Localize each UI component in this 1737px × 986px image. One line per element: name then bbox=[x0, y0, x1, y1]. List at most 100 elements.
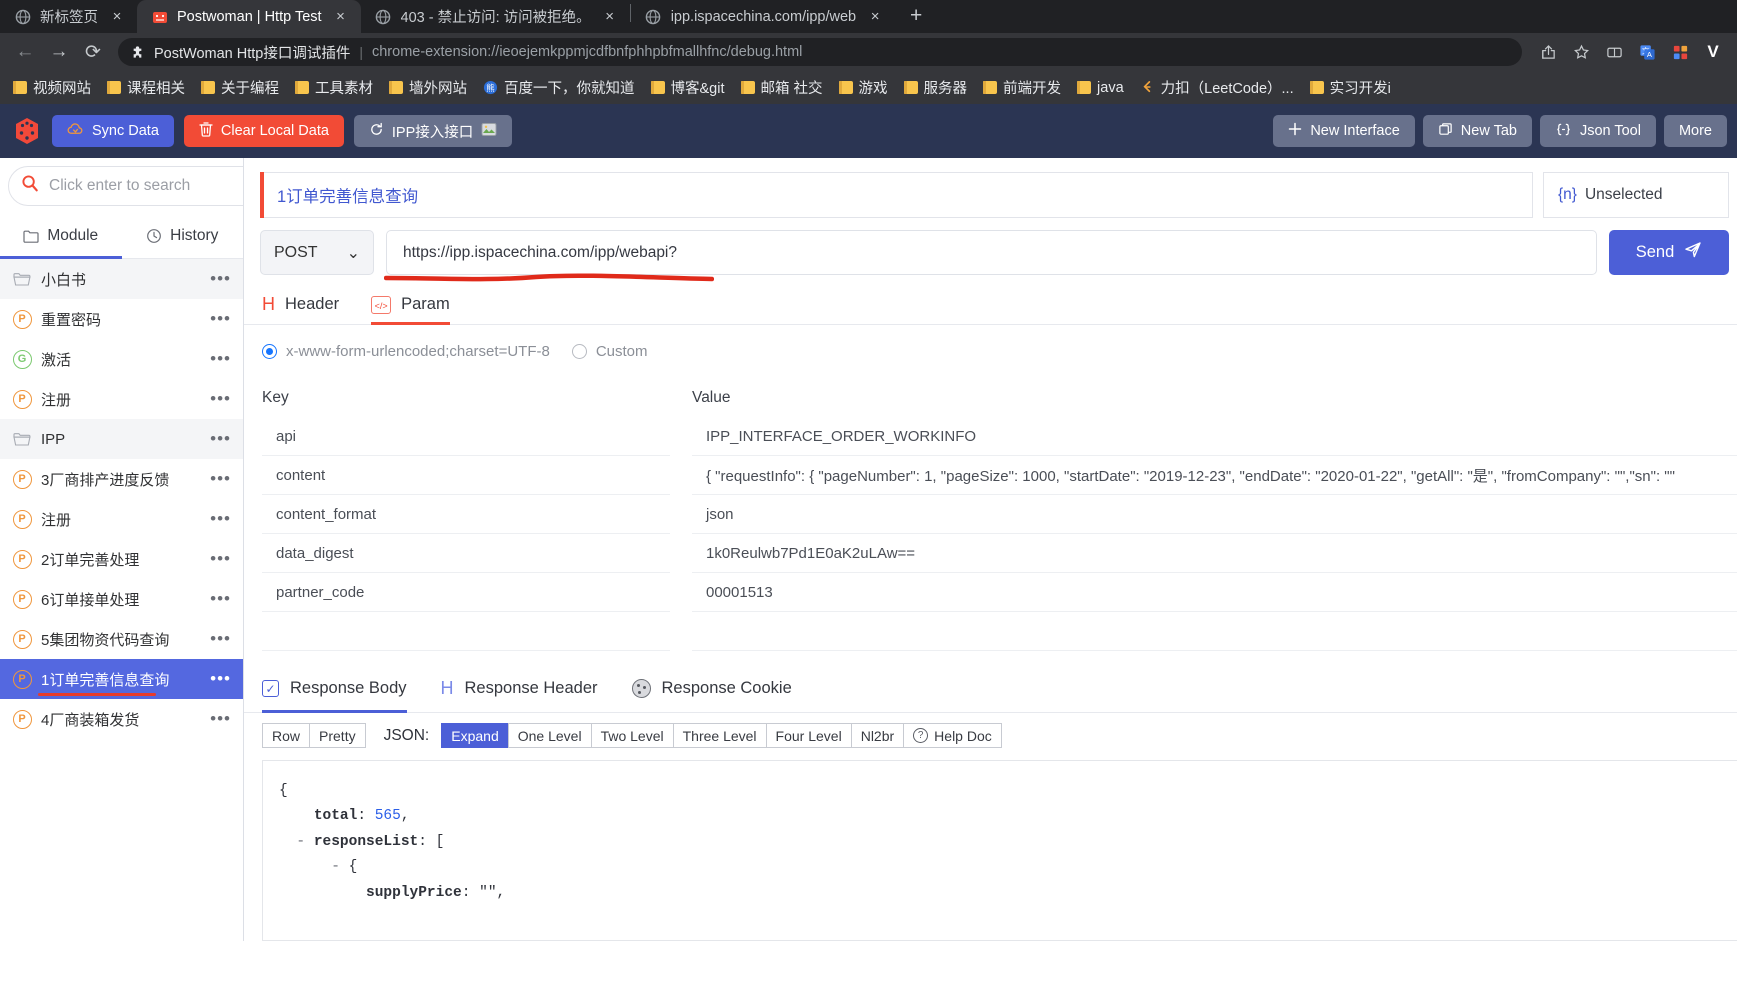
tree-item-menu-icon[interactable]: ••• bbox=[210, 629, 235, 649]
sidebar-tab-module[interactable]: Module bbox=[0, 213, 122, 259]
address-bar[interactable]: PostWoman Http接口调试插件 | chrome-extension:… bbox=[118, 38, 1522, 66]
json-level-three-button[interactable]: Three Level bbox=[672, 723, 767, 748]
param-row[interactable]: data_digest 1k0Reulwb7Pd1E0aK2uLAw== bbox=[262, 534, 1737, 573]
tree-item-vendor-packing-shipment[interactable]: P 4厂商装箱发货 ••• bbox=[0, 699, 243, 739]
reading-list-icon[interactable] bbox=[1600, 38, 1628, 66]
param-row[interactable]: content_format json bbox=[262, 495, 1737, 534]
response-body-viewer[interactable]: { total: 565, - responseList: [ - { supp… bbox=[262, 760, 1737, 941]
browser-tab-0[interactable]: 新标签页 × bbox=[0, 0, 137, 33]
param-key[interactable]: data_digest bbox=[262, 534, 670, 573]
browser-tab-2[interactable]: 403 - 禁止访问: 访问被拒绝。 × bbox=[361, 0, 630, 33]
new-tab-button[interactable]: New Tab bbox=[1422, 115, 1532, 147]
forward-icon[interactable]: → bbox=[44, 37, 74, 67]
param-key[interactable]: content_format bbox=[262, 495, 670, 534]
tree-item-vendor-schedule-feedback[interactable]: P 3厂商排产进度反馈 ••• bbox=[0, 459, 243, 499]
param-key[interactable] bbox=[262, 612, 670, 651]
param-key[interactable]: content bbox=[262, 456, 670, 495]
tree-item-activate[interactable]: G 激活 ••• bbox=[0, 339, 243, 379]
share-icon[interactable] bbox=[1534, 38, 1562, 66]
param-key[interactable]: partner_code bbox=[262, 573, 670, 612]
param-key[interactable]: api bbox=[262, 417, 670, 456]
param-value[interactable]: IPP_INTERFACE_ORDER_WORKINFO bbox=[692, 417, 1737, 456]
tree-item-menu-icon[interactable]: ••• bbox=[210, 309, 235, 329]
environment-selector[interactable]: {n} Unselected bbox=[1543, 172, 1729, 218]
more-button[interactable]: More bbox=[1663, 115, 1727, 147]
tree-item-order-accept-process[interactable]: P 6订单接单处理 ••• bbox=[0, 579, 243, 619]
clear-local-data-button[interactable]: Clear Local Data bbox=[183, 115, 344, 147]
param-row[interactable]: content { "requestInfo": { "pageNumber":… bbox=[262, 456, 1737, 495]
bookmark-item[interactable]: 实习开发i bbox=[1303, 74, 1398, 101]
tree-item-group-material-code-query[interactable]: P 5集团物资代码查询 ••• bbox=[0, 619, 243, 659]
ipp-interface-button[interactable]: IPP接入接口 bbox=[353, 115, 513, 147]
request-url-input[interactable]: https://ipp.ispacechina.com/ipp/webapi? bbox=[386, 230, 1597, 275]
view-mode-row-button[interactable]: Row bbox=[262, 723, 311, 748]
tree-item-menu-icon[interactable]: ••• bbox=[210, 589, 235, 609]
translate-icon[interactable]: 文A bbox=[1633, 38, 1661, 66]
tree-item-menu-icon[interactable]: ••• bbox=[210, 349, 235, 369]
bookmark-item[interactable]: 墙外网站 bbox=[382, 74, 474, 101]
help-doc-button[interactable]: ? Help Doc bbox=[903, 723, 1002, 748]
search-box[interactable]: ✕ bbox=[8, 165, 243, 206]
tree-item-menu-icon[interactable]: ••• bbox=[210, 669, 235, 689]
radio-custom[interactable]: Custom bbox=[571, 343, 648, 360]
tree-item-menu-icon[interactable]: ••• bbox=[210, 509, 235, 529]
browser-tab-1[interactable]: Postwoman | Http Test × bbox=[137, 0, 361, 33]
new-tab-button[interactable]: + bbox=[901, 2, 931, 30]
json-level-expand-button[interactable]: Expand bbox=[441, 723, 509, 748]
view-mode-pretty-button[interactable]: Pretty bbox=[309, 723, 366, 748]
param-row[interactable]: api IPP_INTERFACE_ORDER_WORKINFO bbox=[262, 417, 1737, 456]
bookmark-item[interactable]: 博客&git bbox=[644, 74, 732, 101]
http-method-select[interactable]: POST ⌄ bbox=[260, 230, 374, 275]
tab-response-header[interactable]: H Response Header bbox=[441, 665, 598, 712]
tab-response-cookie[interactable]: Response Cookie bbox=[631, 665, 792, 712]
bookmark-item[interactable]: 课程相关 bbox=[100, 74, 192, 101]
close-icon[interactable]: × bbox=[865, 7, 885, 27]
json-tool-button[interactable]: Json Tool bbox=[1539, 115, 1656, 147]
tree-item-order-complete-process[interactable]: P 2订单完善处理 ••• bbox=[0, 539, 243, 579]
tab-response-body[interactable]: ✓ Response Body bbox=[262, 665, 407, 713]
tree-item-menu-icon[interactable]: ••• bbox=[210, 469, 235, 489]
json-level-four-button[interactable]: Four Level bbox=[765, 723, 852, 748]
json-collapse-toggle[interactable]: - bbox=[296, 834, 305, 850]
star-icon[interactable] bbox=[1567, 38, 1595, 66]
search-input[interactable] bbox=[47, 175, 243, 196]
back-icon[interactable]: ← bbox=[10, 37, 40, 67]
bookmark-item[interactable]: 力扣（LeetCode）... bbox=[1133, 74, 1301, 101]
browser-tab-3[interactable]: ipp.ispacechina.com/ipp/web × bbox=[631, 0, 895, 33]
param-value[interactable]: 1k0Reulwb7Pd1E0aK2uLAw== bbox=[692, 534, 1737, 573]
sync-data-button[interactable]: Sync Data bbox=[52, 115, 174, 147]
param-value[interactable]: json bbox=[692, 495, 1737, 534]
tree-item-order-info-query[interactable]: P 1订单完善信息查询 ••• bbox=[0, 659, 243, 699]
tree-item-menu-icon[interactable]: ••• bbox=[210, 429, 235, 449]
bookmark-item[interactable]: 游戏 bbox=[832, 74, 895, 101]
bookmark-item[interactable]: 熊百度一下，你就知道 bbox=[476, 74, 642, 101]
tab-header[interactable]: H Header bbox=[262, 287, 339, 324]
new-interface-button[interactable]: New Interface bbox=[1273, 115, 1415, 147]
bookmark-item[interactable]: 前端开发 bbox=[976, 74, 1068, 101]
close-icon[interactable]: × bbox=[107, 7, 127, 27]
tab-param[interactable]: </> Param bbox=[371, 287, 450, 325]
param-value[interactable]: { "requestInfo": { "pageNumber": 1, "pag… bbox=[692, 456, 1737, 495]
reload-icon[interactable]: ⟳ bbox=[78, 37, 108, 67]
tree-item-menu-icon[interactable]: ••• bbox=[210, 549, 235, 569]
param-row[interactable]: partner_code 00001513 bbox=[262, 573, 1737, 612]
close-icon[interactable]: × bbox=[331, 7, 351, 27]
bookmark-item[interactable]: 工具素材 bbox=[288, 74, 380, 101]
bookmark-item[interactable]: 关于编程 bbox=[194, 74, 286, 101]
json-level-one-button[interactable]: One Level bbox=[507, 723, 592, 748]
json-level-two-button[interactable]: Two Level bbox=[590, 723, 674, 748]
extensions-icon[interactable] bbox=[1666, 38, 1694, 66]
json-level-nl2br-button[interactable]: Nl2br bbox=[850, 723, 905, 748]
bookmark-item[interactable]: 邮箱 社交 bbox=[734, 74, 830, 101]
send-button[interactable]: Send bbox=[1609, 230, 1729, 275]
json-collapse-toggle[interactable]: - bbox=[331, 859, 340, 875]
param-value[interactable] bbox=[692, 612, 1737, 651]
interface-name-field[interactable]: 1订单完善信息查询 bbox=[260, 172, 1533, 218]
bookmark-item[interactable]: 视频网站 bbox=[6, 74, 98, 101]
close-icon[interactable]: × bbox=[600, 7, 620, 27]
tree-item-register[interactable]: P 注册 ••• bbox=[0, 379, 243, 419]
tree-item-menu-icon[interactable]: ••• bbox=[210, 269, 235, 289]
tree-item-menu-icon[interactable]: ••• bbox=[210, 709, 235, 729]
tree-folder-ipp[interactable]: IPP ••• bbox=[0, 419, 243, 459]
tree-item-register-ipp[interactable]: P 注册 ••• bbox=[0, 499, 243, 539]
